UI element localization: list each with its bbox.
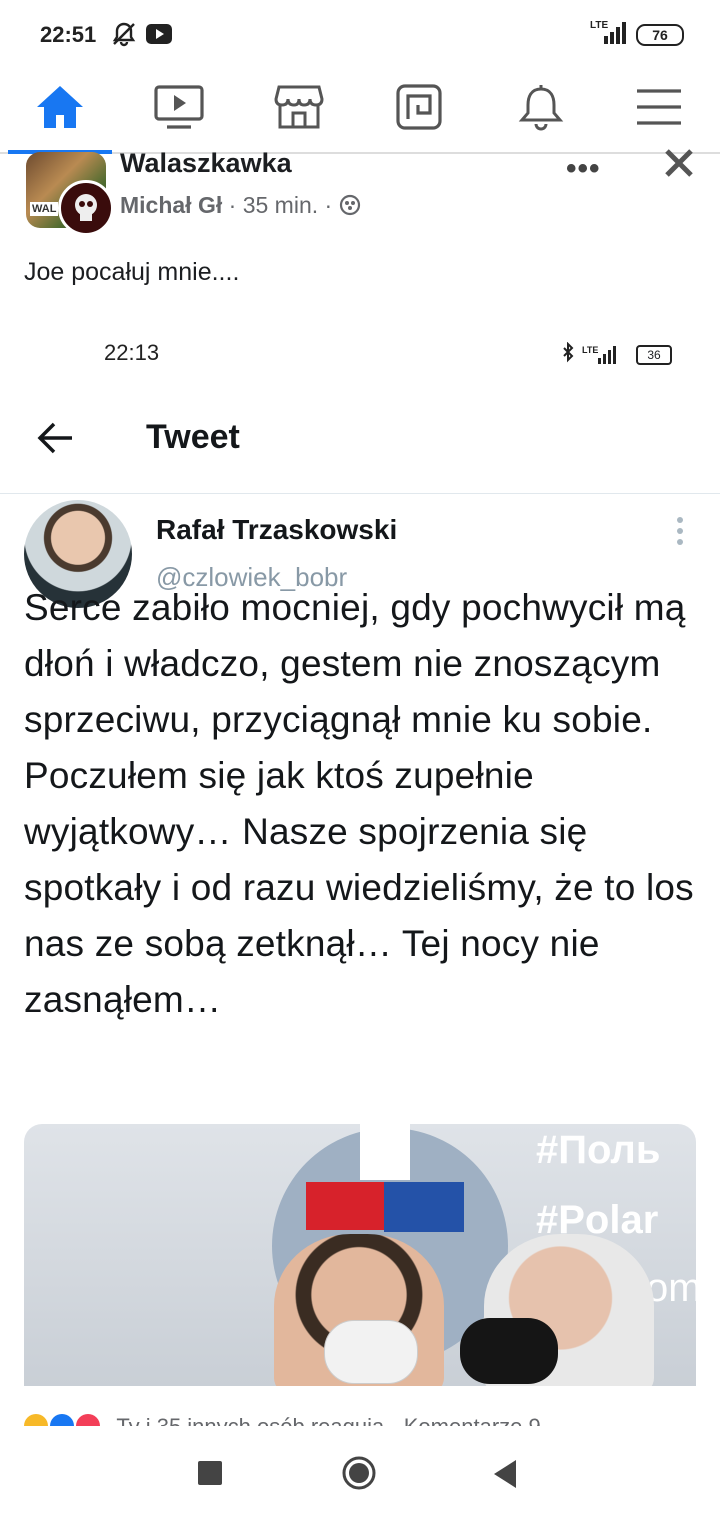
author-name-link[interactable]: Michał Gł xyxy=(120,192,222,218)
recent-apps-button[interactable] xyxy=(198,1461,222,1490)
post-time[interactable]: 35 min. xyxy=(243,192,318,218)
hide-post-button[interactable] xyxy=(662,146,696,185)
status-time: 22:51 xyxy=(40,22,97,47)
nav-menu[interactable] xyxy=(614,74,704,144)
post-text: Joe pocałuj mnie.... xyxy=(24,258,240,286)
photo-mask-black xyxy=(460,1318,558,1384)
meta-separator: · xyxy=(228,192,237,218)
user-avatar[interactable] xyxy=(58,180,114,236)
nav-home[interactable] xyxy=(15,74,105,144)
marketplace-icon xyxy=(273,83,325,136)
signal-icon: LTE xyxy=(588,18,628,51)
notifications-icon xyxy=(515,83,567,136)
circle-icon xyxy=(342,1456,376,1490)
network-type: LTE xyxy=(590,20,608,31)
tweet-photo: #Поль #Polar om xyxy=(24,1124,696,1386)
gaming-icon xyxy=(393,83,445,136)
meta-separator: · xyxy=(324,192,333,218)
photo-flag-blue xyxy=(384,1182,464,1232)
photo-mask-white xyxy=(324,1320,418,1384)
embedded-battery: 36 xyxy=(636,345,672,365)
post-options-button[interactable]: ••• xyxy=(566,152,601,186)
watch-icon xyxy=(153,83,205,136)
tweet-header-title: Tweet xyxy=(146,418,240,456)
home-icon xyxy=(34,83,86,136)
menu-icon xyxy=(633,83,685,136)
back-button[interactable] xyxy=(494,1460,518,1493)
photo-hashtag-1: #Поль xyxy=(536,1128,661,1172)
skull-icon xyxy=(75,194,97,221)
embedded-status-icons: LTE xyxy=(560,341,630,371)
nav-notifications[interactable] xyxy=(496,74,586,144)
audience-icon xyxy=(339,192,361,218)
page-avatar-label: WAL xyxy=(30,202,59,216)
close-icon xyxy=(665,149,693,177)
nav-gaming[interactable] xyxy=(374,74,464,144)
more-vertical-icon xyxy=(676,516,684,551)
muted-bell-icon xyxy=(110,20,138,53)
home-button[interactable] xyxy=(341,1455,377,1496)
tweet-header xyxy=(0,405,720,494)
nav-watch[interactable] xyxy=(134,74,224,144)
status-bar: 22:51 LTE 76 xyxy=(0,0,720,68)
triangle-back-icon xyxy=(494,1460,516,1488)
facebook-nav-bar xyxy=(0,68,720,154)
svg-text:LTE: LTE xyxy=(582,345,598,355)
system-nav-bar xyxy=(0,1426,720,1520)
embedded-status-time: 22:13 xyxy=(104,340,160,365)
tweet-text: Serce zabiło mocniej, gdy pochwycił mą d… xyxy=(24,587,694,1020)
square-icon xyxy=(198,1461,222,1485)
photo-flag-white xyxy=(360,1124,410,1180)
post-meta: Michał Gł · 35 min. · xyxy=(120,192,361,219)
battery-indicator: 76 xyxy=(636,24,684,46)
tweet-author-name: Rafał Trzaskowski xyxy=(156,514,398,545)
youtube-icon xyxy=(146,24,172,49)
group-name-link[interactable]: Walaszkawka xyxy=(120,148,292,179)
bluetooth-icon xyxy=(563,341,574,363)
group-avatar[interactable]: WAL xyxy=(26,152,114,236)
nav-marketplace[interactable] xyxy=(254,74,344,144)
back-arrow-icon xyxy=(36,418,76,463)
